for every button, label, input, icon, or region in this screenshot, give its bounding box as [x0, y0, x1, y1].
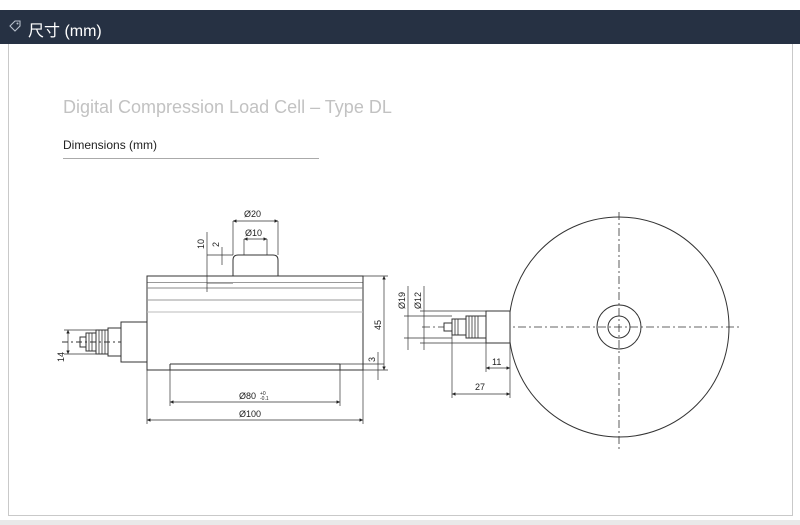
load-button	[232, 254, 279, 276]
dim-base-tolerance-lower: -0.1	[260, 396, 269, 402]
dim-connector-length: 27	[475, 382, 485, 392]
bottom-rule	[0, 520, 800, 525]
cable-gland-block	[120, 321, 148, 363]
technical-drawing: Ø20 Ø10 10 2 45 3 14 Ø80 +0 -0.1 Ø100 Ø1…	[56, 209, 742, 450]
connector-housing	[485, 310, 511, 344]
dim-total-height: 45	[373, 320, 383, 330]
top-view	[422, 212, 742, 450]
dim-connector-diameter-inner: Ø12	[413, 292, 423, 309]
dim-base-recess: 3	[367, 357, 377, 362]
dim-connector-offset: 11	[492, 357, 501, 367]
dim-inner-button-diameter: Ø10	[245, 228, 262, 238]
dim-button-step: 2	[211, 242, 221, 247]
dim-top-button-diameter: Ø20	[244, 209, 261, 219]
dim-body-diameter: Ø100	[239, 409, 261, 419]
dim-cable-gland-height: 14	[56, 352, 66, 362]
dim-connector-diameter-outer: Ø19	[397, 292, 407, 309]
top-plate	[146, 275, 364, 284]
dim-base-diameter: Ø80	[239, 391, 256, 401]
side-view	[62, 254, 364, 371]
connector-gland	[443, 315, 487, 339]
dim-button-height: 10	[196, 239, 206, 249]
body-housing	[146, 283, 364, 371]
